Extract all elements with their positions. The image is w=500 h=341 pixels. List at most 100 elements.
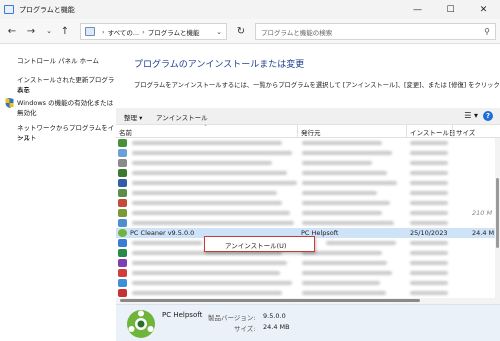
column-headers: ˆ 名前 発行元 インストール日 サイズ [116,125,500,138]
view-options-icon[interactable]: ☰ ▾ [464,111,478,120]
breadcrumb-separator: › [142,27,145,36]
sidebar-item-windows-features-line2[interactable]: 無効化 [17,108,37,118]
list-item[interactable]: 210 M [116,208,500,218]
redacted-text [132,171,287,175]
program-icon [118,209,127,217]
column-divider[interactable] [297,125,298,138]
program-icon [118,199,127,207]
column-header-installed-on[interactable]: インストール日 [410,127,455,137]
chevron-down-icon[interactable]: ⌄ [216,28,222,36]
redacted-text [132,281,292,285]
redacted-text [132,181,297,185]
program-icon [118,269,127,277]
back-button[interactable]: ← [4,23,20,39]
column-header-size[interactable]: サイズ [456,127,475,137]
details-size: 24.4 MB [263,323,290,331]
sort-caret-icon: ˆ [204,125,207,132]
page-description: プログラムをアンインストールするには、一覧からプログラムを選択して [アンインス… [134,82,500,89]
list-item[interactable] [116,188,500,198]
redacted-text [302,181,397,185]
program-icon [118,279,127,287]
list-item[interactable] [116,158,500,168]
redacted-text [410,201,448,205]
organize-button[interactable]: 整理 ▾ [124,112,142,122]
breadcrumb-item-programs[interactable]: プログラムと機能 [148,27,200,37]
sidebar-item-windows-features[interactable]: Windows の機能の有効化または [17,98,113,108]
maximize-button[interactable]: ☐ [434,0,467,19]
list-item[interactable] [116,278,500,288]
scrollbar-thumb[interactable] [496,178,499,248]
program-icon [118,189,127,197]
sidebar-item-home[interactable]: コントロール パネル ホーム [17,56,99,66]
details-pane: PC Helpsoft 製品バージョン: 9.5.0.0 サイズ: 24.4 M… [116,304,500,341]
column-header-name[interactable]: 名前 [119,127,132,137]
redacted-text [410,141,448,145]
program-icon [118,259,127,267]
list-item[interactable] [116,178,500,188]
list-item[interactable] [116,258,500,268]
sidebar-item-updates[interactable]: インストールされた更新プログラムを [17,75,116,95]
list-item[interactable] [116,288,500,298]
column-divider[interactable] [452,125,453,138]
redacted-text [302,171,387,175]
sidebar-item-network-install[interactable]: ネットワークからプログラムをインスト [17,123,116,143]
toolbar: 整理 ▾ アンインストール ☰ ▾ ? [116,108,500,125]
program-icon [118,179,127,187]
navigation-bar: ← → ⌄ ↑ › すべての... › プログラムと機能 ⌄ ↻ プログラムと機… [0,19,500,44]
redacted-text [132,191,277,195]
redacted-text [410,241,448,245]
breadcrumb-item-all[interactable]: すべての... [108,27,139,37]
window-controls: — ☐ ✕ [401,0,500,19]
details-version: 9.5.0.0 [263,312,286,320]
list-item[interactable] [116,218,500,228]
redacted-text [410,221,448,225]
redacted-text [410,261,448,265]
forward-button[interactable]: → [23,23,39,39]
redacted-text [132,151,292,155]
program-icon [118,239,127,247]
redacted-text [302,291,386,295]
list-item[interactable] [116,268,500,278]
redacted-text [326,241,396,245]
redacted-text [132,201,282,205]
program-icon [118,289,127,297]
details-publisher: PC Helpsoft [162,311,203,319]
redacted-text [302,271,392,275]
list-item[interactable] [116,138,500,148]
list-item[interactable] [116,168,500,178]
redacted-text [410,181,448,185]
list-item[interactable] [116,148,500,158]
redacted-text [132,221,294,225]
up-button[interactable]: ↑ [57,23,73,39]
redacted-text [410,211,448,215]
sidebar-item-network-install-line2[interactable]: ール [17,133,30,143]
redacted-text [302,141,382,145]
shield-icon [5,98,14,108]
scrollbar-thumb[interactable] [120,299,420,302]
program-icon [118,139,127,147]
list-item[interactable] [116,198,500,208]
window-title: プログラムと機能 [19,5,75,14]
breadcrumb-separator: › [102,27,105,36]
address-bar[interactable]: › すべての... › プログラムと機能 ⌄ [80,23,227,40]
vertical-scrollbar[interactable] [495,138,500,298]
recent-locations-button[interactable]: ⌄ [41,23,57,39]
column-divider[interactable] [406,125,407,138]
page-title: プログラムのアンインストールまたは変更 [134,60,305,70]
search-input[interactable]: プログラムと機能の検索 ⚲ [255,23,496,40]
redacted-text [132,271,280,275]
redacted-text [410,251,448,255]
search-icon: ⚲ [484,27,490,36]
details-version-label: 製品バージョン: [208,314,256,322]
sidebar-item-updates-line2[interactable]: 表示 [17,85,30,95]
refresh-button[interactable]: ↻ [233,23,249,39]
context-menu-item-uninstall[interactable]: アンインストール(U) [225,240,286,250]
uninstall-button[interactable]: アンインストール [156,112,208,122]
column-header-publisher[interactable]: 発行元 [301,127,321,137]
help-icon[interactable]: ? [483,111,493,121]
search-placeholder: プログラムと機能の検索 [261,28,333,37]
close-button[interactable]: ✕ [467,0,500,19]
details-size-label: サイズ: [234,325,256,333]
program-icon [118,149,127,157]
minimize-button[interactable]: — [401,0,434,19]
